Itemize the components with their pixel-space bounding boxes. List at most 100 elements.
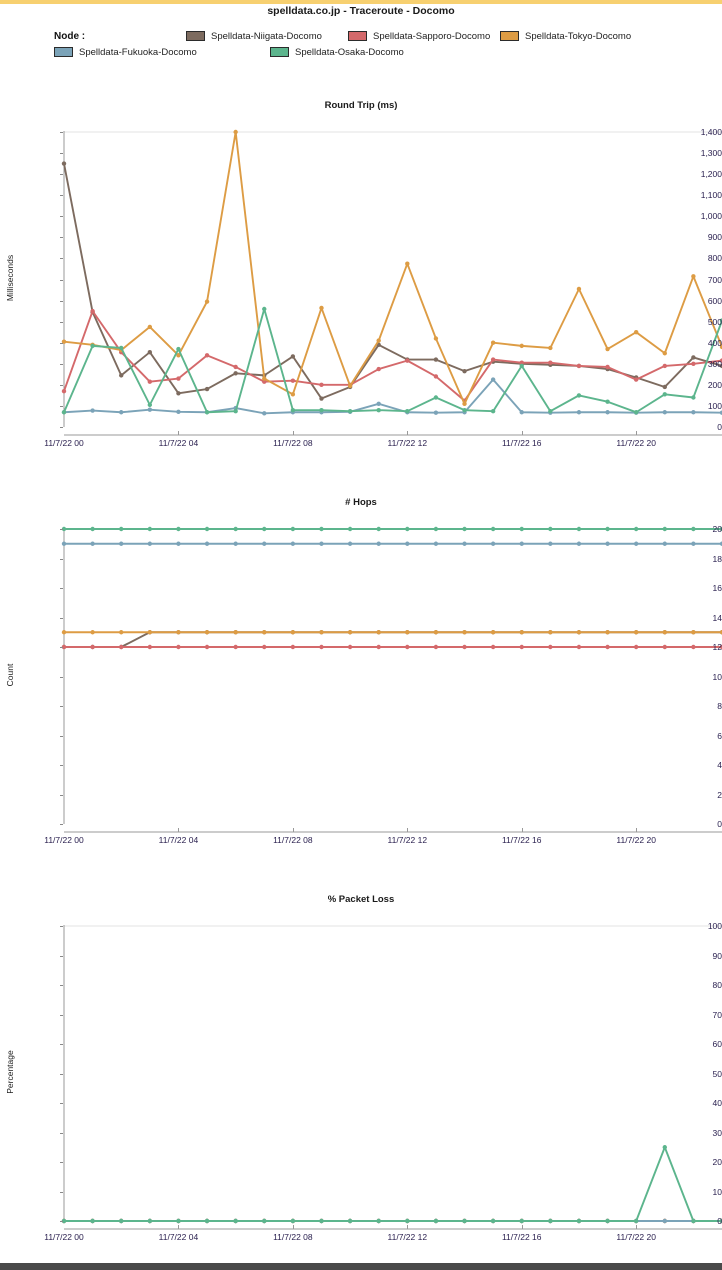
series-point[interactable] <box>433 410 439 415</box>
series-point[interactable] <box>462 541 467 546</box>
series-point[interactable] <box>519 1218 524 1224</box>
series-point[interactable] <box>576 644 582 650</box>
series-point[interactable] <box>691 630 696 635</box>
series-point[interactable] <box>405 1218 410 1224</box>
series-point[interactable] <box>405 644 410 650</box>
series-point[interactable] <box>262 411 267 416</box>
series-point[interactable] <box>90 644 95 650</box>
series-point[interactable] <box>519 526 524 532</box>
series-point[interactable] <box>176 630 181 635</box>
series-point[interactable] <box>204 410 210 415</box>
series-point[interactable] <box>119 630 124 635</box>
series-point[interactable] <box>433 374 439 379</box>
series-point[interactable] <box>119 373 124 378</box>
series-point[interactable] <box>347 408 353 414</box>
series-point[interactable] <box>147 349 153 355</box>
legend-item-sapporo[interactable]: Spelldata-Sapporo-Docomo <box>348 31 500 42</box>
series-point[interactable] <box>405 541 410 546</box>
series-point[interactable] <box>605 1218 610 1224</box>
series-point[interactable] <box>61 388 67 394</box>
series-point[interactable] <box>405 358 410 363</box>
series-point[interactable] <box>405 408 410 414</box>
series-point[interactable] <box>119 1218 124 1224</box>
series-point[interactable] <box>433 541 439 546</box>
series-point[interactable] <box>548 526 553 532</box>
series-point[interactable] <box>204 526 210 532</box>
series-point[interactable] <box>347 1218 353 1224</box>
series-point[interactable] <box>490 630 496 635</box>
series-point[interactable] <box>262 306 267 312</box>
plot-area-round-trip[interactable]: 0 100 200 300 400 500 600 700 800 900 1,000 1,100 1,… <box>0 111 722 453</box>
series-point[interactable] <box>290 392 296 397</box>
series-point[interactable] <box>176 644 181 650</box>
series-point[interactable] <box>633 541 639 546</box>
series-point[interactable] <box>262 644 267 650</box>
series-point[interactable] <box>576 410 582 415</box>
series-point[interactable] <box>319 644 324 650</box>
series-point[interactable] <box>576 630 582 635</box>
series-point[interactable] <box>548 630 553 635</box>
series-point[interactable] <box>576 541 582 546</box>
series-point[interactable] <box>633 1218 639 1224</box>
series-point[interactable] <box>233 371 238 376</box>
series-point[interactable] <box>147 644 153 650</box>
series-point[interactable] <box>233 526 238 532</box>
legend-item-niigata[interactable]: Spelldata-Niigata-Docomo <box>186 31 348 42</box>
series-point[interactable] <box>290 526 296 532</box>
series-point[interactable] <box>433 526 439 532</box>
series-point[interactable] <box>576 393 582 398</box>
series-point[interactable] <box>347 541 353 546</box>
series-point[interactable] <box>576 286 582 292</box>
series-point[interactable] <box>462 407 467 413</box>
series-point[interactable] <box>376 407 381 413</box>
series-point[interactable] <box>490 526 496 532</box>
plot-area-packet-loss[interactable]: 0 10 20 30 40 50 60 70 80 90 100 Percentage 11/7/22 … <box>0 905 722 1247</box>
series-point[interactable] <box>605 364 610 370</box>
series-point[interactable] <box>662 351 667 356</box>
series-point[interactable] <box>633 377 639 382</box>
series-point[interactable] <box>548 1218 553 1224</box>
series-point[interactable] <box>376 630 381 635</box>
series-point[interactable] <box>262 526 267 532</box>
series-point[interactable] <box>262 630 267 635</box>
series-point[interactable] <box>119 541 124 546</box>
series-point[interactable] <box>376 338 381 343</box>
series-point[interactable] <box>433 336 439 341</box>
series-point[interactable] <box>405 526 410 532</box>
series-point[interactable] <box>405 261 410 266</box>
series-point[interactable] <box>462 368 467 374</box>
series-point[interactable] <box>605 410 610 415</box>
series-point[interactable] <box>376 401 381 407</box>
series-point[interactable] <box>119 345 124 351</box>
series-point[interactable] <box>376 366 381 372</box>
series-point[interactable] <box>633 644 639 650</box>
series-point[interactable] <box>691 541 696 546</box>
series-point[interactable] <box>605 526 610 532</box>
series-point[interactable] <box>262 541 267 546</box>
series-point[interactable] <box>605 644 610 650</box>
series-point[interactable] <box>90 343 95 349</box>
series-point[interactable] <box>204 644 210 650</box>
series-point[interactable] <box>490 357 496 362</box>
series-point[interactable] <box>290 407 296 413</box>
series-point[interactable] <box>319 526 324 532</box>
series-point[interactable] <box>204 630 210 635</box>
series-point[interactable] <box>490 408 496 414</box>
series-point[interactable] <box>576 1218 582 1224</box>
series-point[interactable] <box>519 644 524 650</box>
series-point[interactable] <box>233 129 238 135</box>
series-point[interactable] <box>319 396 324 401</box>
series-point[interactable] <box>147 379 153 384</box>
series-point[interactable] <box>462 1218 467 1224</box>
series-point[interactable] <box>147 630 153 635</box>
legend-item-tokyo[interactable]: Spelldata-Tokyo-Docomo <box>500 31 652 42</box>
series-point[interactable] <box>347 383 353 389</box>
series-point[interactable] <box>633 329 639 335</box>
series-point[interactable] <box>90 408 95 413</box>
series-point[interactable] <box>376 1218 381 1224</box>
series-point[interactable] <box>376 644 381 650</box>
series-point[interactable] <box>319 382 324 388</box>
series-point[interactable] <box>633 526 639 532</box>
series-point[interactable] <box>433 395 439 400</box>
series-point[interactable] <box>61 541 67 546</box>
